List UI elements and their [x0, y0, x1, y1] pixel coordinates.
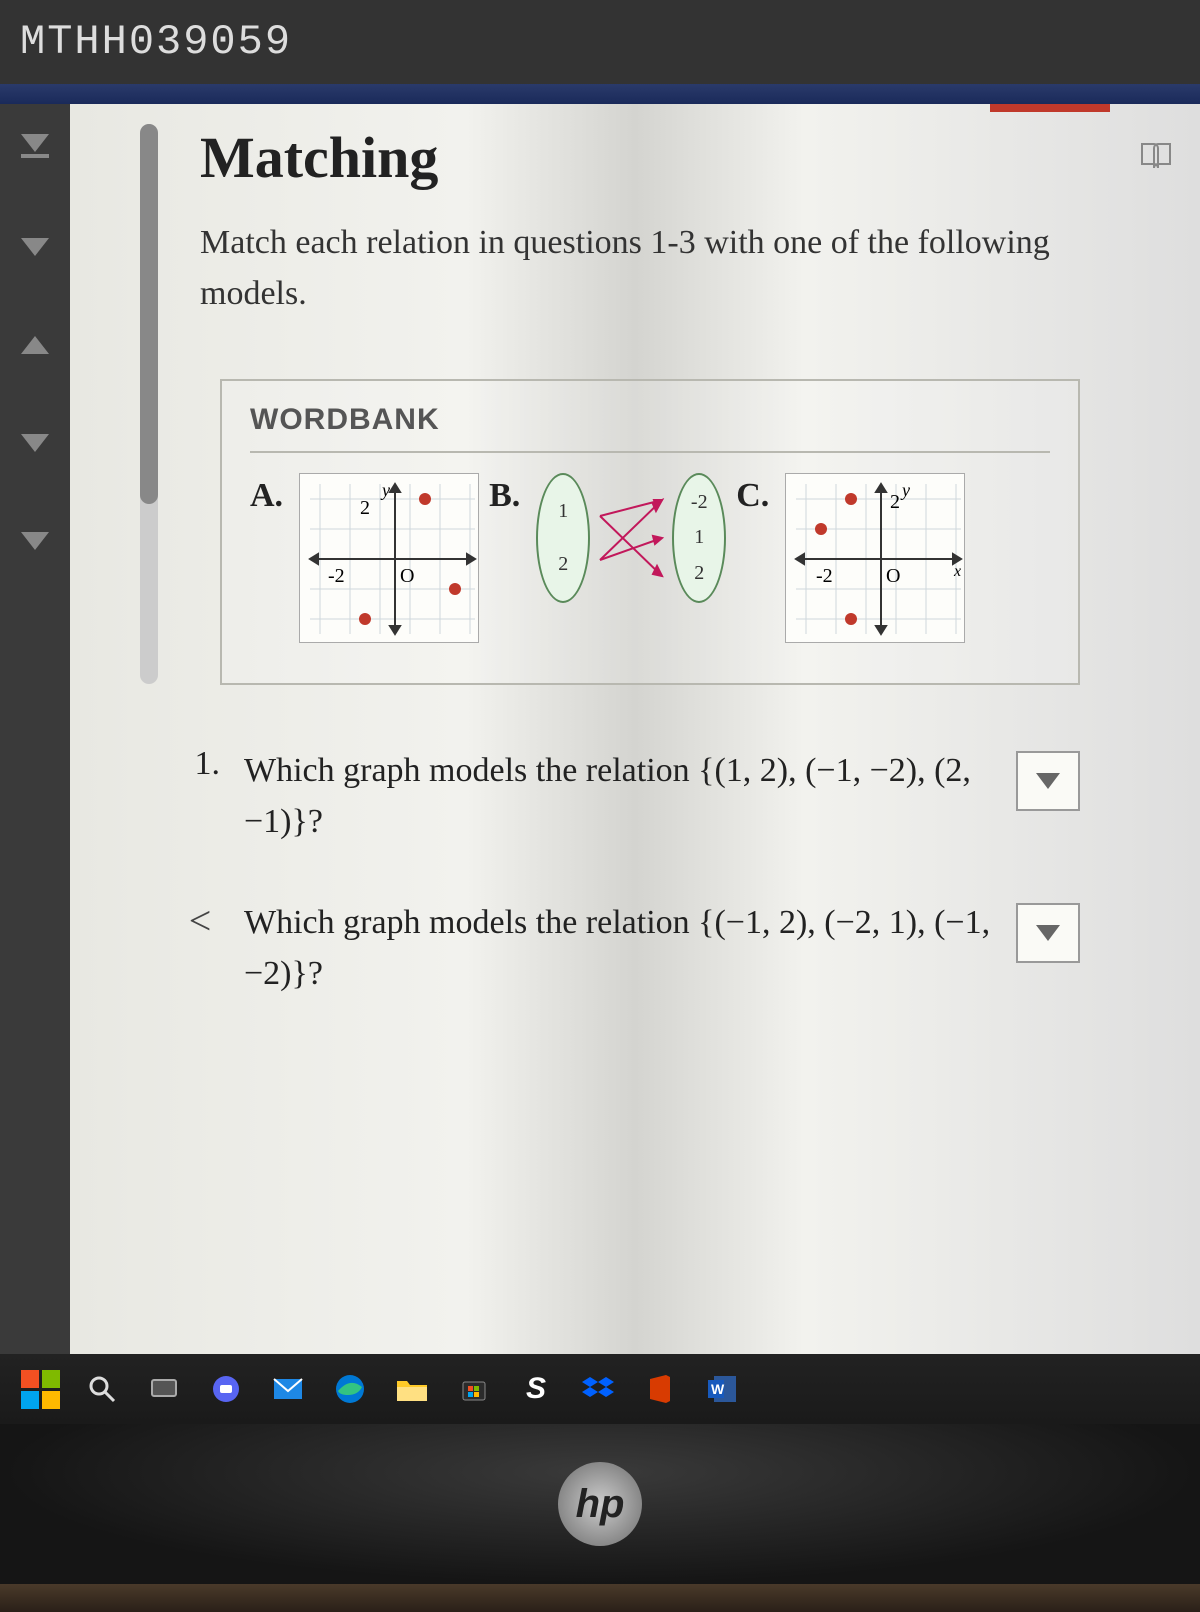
page-content: Matching Match each relation in question…: [70, 104, 1200, 1354]
scrollbar-thumb[interactable]: [140, 124, 158, 504]
chevron-down-icon: [1036, 773, 1060, 789]
svg-text:-2: -2: [816, 565, 833, 587]
window-title-bar: MTHH039059: [0, 0, 1200, 84]
prev-question-button[interactable]: <: [180, 897, 220, 944]
mail-icon[interactable]: [268, 1369, 308, 1409]
svg-text:W: W: [711, 1381, 725, 1397]
answer-dropdown-2[interactable]: [1016, 903, 1080, 963]
svg-text:x: x: [953, 563, 961, 580]
window-title: MTHH039059: [20, 18, 292, 66]
accent-strip: [0, 84, 1200, 104]
page-title: Matching: [200, 124, 1120, 191]
option-c-label: C.: [736, 477, 769, 515]
svg-text:O: O: [886, 565, 900, 587]
edge-icon[interactable]: [330, 1369, 370, 1409]
instructions-text: Match each relation in questions 1-3 wit…: [200, 217, 1080, 319]
scrollbar-track[interactable]: [140, 124, 158, 684]
scroll-down-button[interactable]: [21, 532, 49, 550]
svg-text:y: y: [900, 480, 910, 500]
wordbank-title: WORDBANK: [250, 403, 1050, 453]
store-icon[interactable]: [454, 1369, 494, 1409]
option-a-graph[interactable]: 2 y -2 O: [299, 473, 479, 643]
wordbank-panel: WORDBANK A. 2 y: [220, 379, 1080, 685]
next-item-button[interactable]: [21, 434, 49, 452]
answer-dropdown-1[interactable]: [1016, 751, 1080, 811]
hp-logo: hp: [558, 1462, 642, 1546]
word-icon[interactable]: W: [702, 1369, 742, 1409]
search-icon[interactable]: [82, 1369, 122, 1409]
svg-text:O: O: [400, 565, 414, 587]
svg-text:2: 2: [890, 491, 900, 513]
svg-text:y: y: [380, 480, 390, 500]
office-icon[interactable]: [640, 1369, 680, 1409]
option-b-mapping[interactable]: 1 2 -2: [536, 473, 726, 603]
resources-icon[interactable]: [1132, 132, 1180, 180]
taskbar: S W: [0, 1354, 1200, 1424]
desk-surface: [0, 1584, 1200, 1612]
mapping-domain: 1 2: [536, 473, 590, 603]
file-explorer-icon[interactable]: [392, 1369, 432, 1409]
prev-section-button[interactable]: [21, 336, 49, 354]
question-text: Which graph models the relation {(−1, 2)…: [244, 897, 992, 999]
question-text: Which graph models the relation {(1, 2),…: [244, 745, 992, 847]
header-accent: [990, 104, 1110, 112]
task-view-icon[interactable]: [144, 1369, 184, 1409]
next-section-button[interactable]: [21, 238, 49, 256]
start-button[interactable]: [20, 1369, 60, 1409]
chat-icon[interactable]: [206, 1369, 246, 1409]
nav-gutter: [0, 104, 70, 1354]
y-tick-a: 2: [360, 497, 370, 519]
question-2: < Which graph models the relation {(−1, …: [180, 897, 1080, 999]
mapping-arrows: [596, 478, 666, 598]
wordbank-options: A. 2 y -2 O: [250, 473, 1050, 643]
content-viewport: Matching Match each relation in question…: [0, 104, 1200, 1354]
game-icon[interactable]: S: [516, 1369, 556, 1409]
option-b-label: B.: [489, 477, 520, 515]
dropbox-icon[interactable]: [578, 1369, 618, 1409]
laptop-bezel: hp: [0, 1424, 1200, 1584]
question-number: 1.: [180, 745, 220, 783]
option-c-graph[interactable]: 2 y -2 O x: [785, 473, 965, 643]
option-a-label: A.: [250, 477, 283, 515]
mapping-range: -2 1 2: [672, 473, 726, 603]
chevron-down-icon: [1036, 925, 1060, 941]
question-1: 1. Which graph models the relation {(1, …: [180, 745, 1080, 847]
jump-down-button[interactable]: [21, 134, 49, 158]
svg-text:-2: -2: [328, 565, 345, 587]
